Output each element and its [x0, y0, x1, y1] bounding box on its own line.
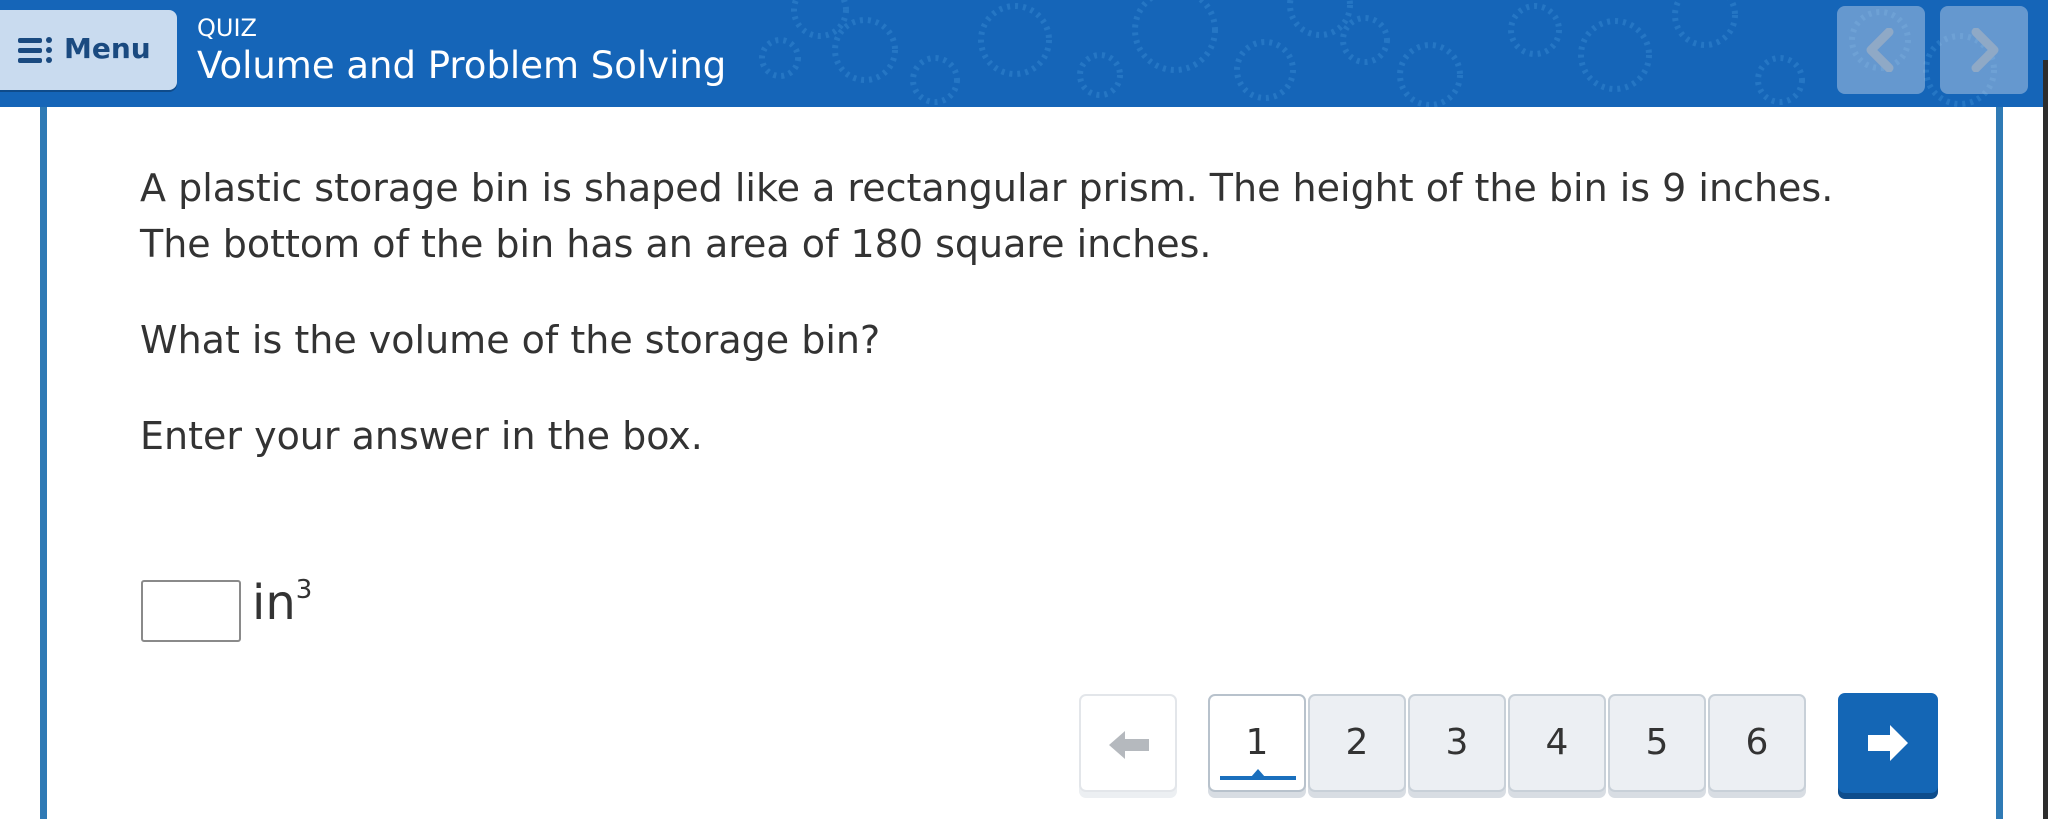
current-page-caret: [1251, 769, 1265, 777]
answer-instruction: Enter your answer in the box.: [140, 414, 703, 458]
next-question-button[interactable]: [1838, 693, 1938, 793]
chevron-left-icon: [1866, 28, 1894, 72]
header-next-button[interactable]: [1940, 6, 2028, 94]
unit-exponent: 3: [295, 575, 313, 605]
page-2-label: 2: [1345, 722, 1369, 763]
page-1-label: 1: [1245, 722, 1269, 763]
page-3-label: 3: [1445, 722, 1469, 763]
quiz-tag: QUIZ: [197, 14, 257, 42]
page-6-label: 6: [1745, 722, 1769, 763]
question-text-line-2: The bottom of the bin has an area of 180…: [140, 222, 1212, 266]
page-title: Volume and Problem Solving: [197, 44, 727, 87]
unit-base: in: [252, 575, 296, 631]
page-4-button[interactable]: 4: [1508, 694, 1606, 792]
page-5-button[interactable]: 5: [1608, 694, 1706, 792]
arrow-left-icon: [1109, 731, 1149, 759]
page-4-label: 4: [1545, 722, 1569, 763]
previous-question-button[interactable]: [1079, 694, 1177, 792]
header-prev-button[interactable]: [1837, 6, 1925, 94]
hamburger-icon: [18, 37, 52, 63]
arrow-right-icon: [1868, 725, 1908, 761]
page-6-button[interactable]: 6: [1708, 694, 1806, 792]
answer-input[interactable]: [141, 580, 241, 642]
page-2-button[interactable]: 2: [1308, 694, 1406, 792]
question-text-line-1: A plastic storage bin is shaped like a r…: [140, 166, 1834, 210]
page-1-button[interactable]: 1: [1208, 694, 1306, 792]
page-5-label: 5: [1645, 722, 1669, 763]
unit-label: in3: [252, 575, 312, 631]
top-bar: Menu QUIZ Volume and Problem Solving: [0, 0, 2048, 107]
window-scrollbar-edge: [2043, 60, 2048, 819]
chevron-right-icon: [1971, 28, 1999, 72]
menu-label: Menu: [64, 32, 151, 65]
page-3-button[interactable]: 3: [1408, 694, 1506, 792]
question-prompt: What is the volume of the storage bin?: [140, 318, 881, 362]
menu-button[interactable]: Menu: [0, 10, 177, 90]
